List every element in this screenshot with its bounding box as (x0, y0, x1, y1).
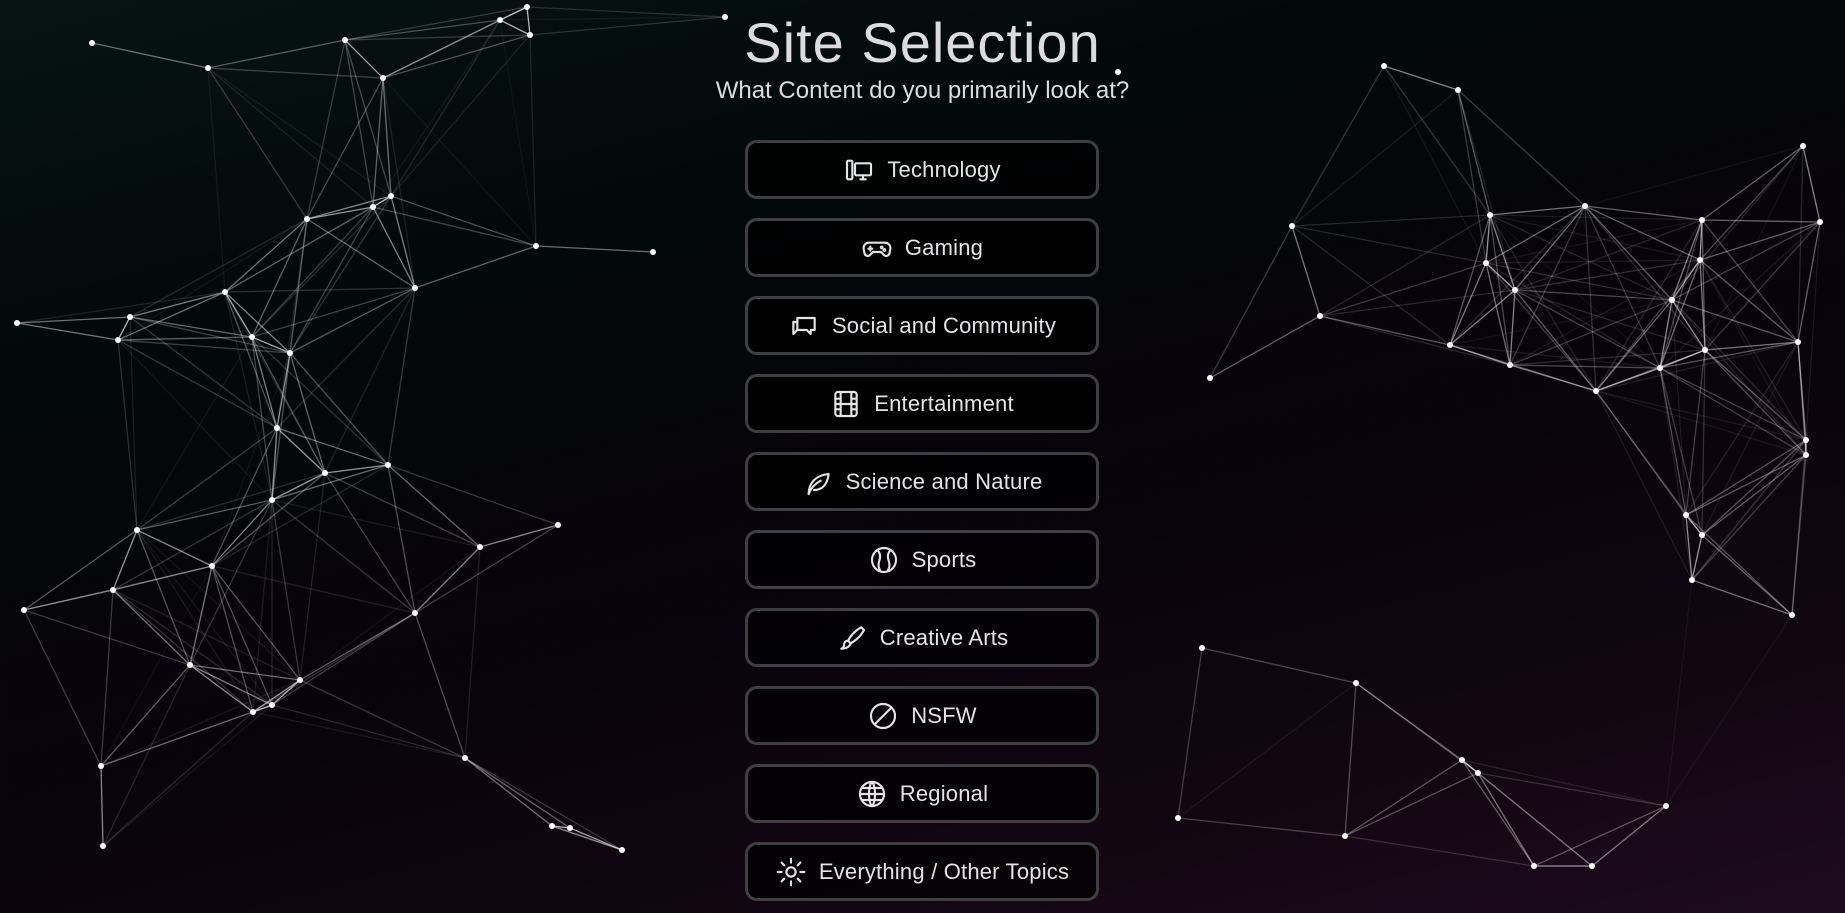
category-label: Science and Nature (845, 468, 1043, 494)
gamepad-icon (861, 232, 893, 264)
page-title: Site Selection (744, 11, 1101, 74)
category-button-sports[interactable]: Sports (745, 530, 1099, 589)
category-label: NSFW (911, 702, 977, 728)
devices-icon (843, 154, 875, 186)
category-label: Social and Community (831, 312, 1057, 338)
globe-icon (856, 778, 888, 810)
prohibited-icon (867, 700, 899, 732)
category-button-science-and-nature[interactable]: Science and Nature (745, 452, 1099, 511)
page-subtitle: What Content do you primarily look at? (715, 77, 1130, 104)
sun-icon (775, 856, 807, 888)
site-selection-panel: Site Selection What Content do you prima… (0, 0, 1845, 913)
film-icon (830, 388, 862, 420)
category-button-gaming[interactable]: Gaming (745, 218, 1099, 277)
category-label: Entertainment (874, 390, 1014, 416)
category-button-social-and-community[interactable]: Social and Community (745, 296, 1099, 355)
category-button-creative-arts[interactable]: Creative Arts (745, 608, 1099, 667)
category-label: Regional (899, 780, 989, 806)
category-label: Creative Arts (879, 624, 1009, 650)
paintbrush-icon (836, 622, 868, 654)
category-button-technology[interactable]: Technology (745, 140, 1099, 199)
leaf-icon (802, 466, 834, 498)
category-label: Sports (911, 546, 977, 572)
category-button-regional[interactable]: Regional (745, 764, 1099, 823)
baseball-icon (868, 544, 900, 576)
category-button-nsfw[interactable]: NSFW (745, 686, 1099, 745)
category-label: Everything / Other Topics (818, 858, 1070, 884)
category-button-entertainment[interactable]: Entertainment (745, 374, 1099, 433)
category-option-list: Technology Gaming Social and Community E… (745, 140, 1099, 913)
category-label: Technology (887, 156, 1001, 182)
category-label: Gaming (904, 234, 984, 260)
chat-bubbles-icon (788, 310, 820, 342)
category-button-everything-other-topics[interactable]: Everything / Other Topics (745, 842, 1099, 901)
